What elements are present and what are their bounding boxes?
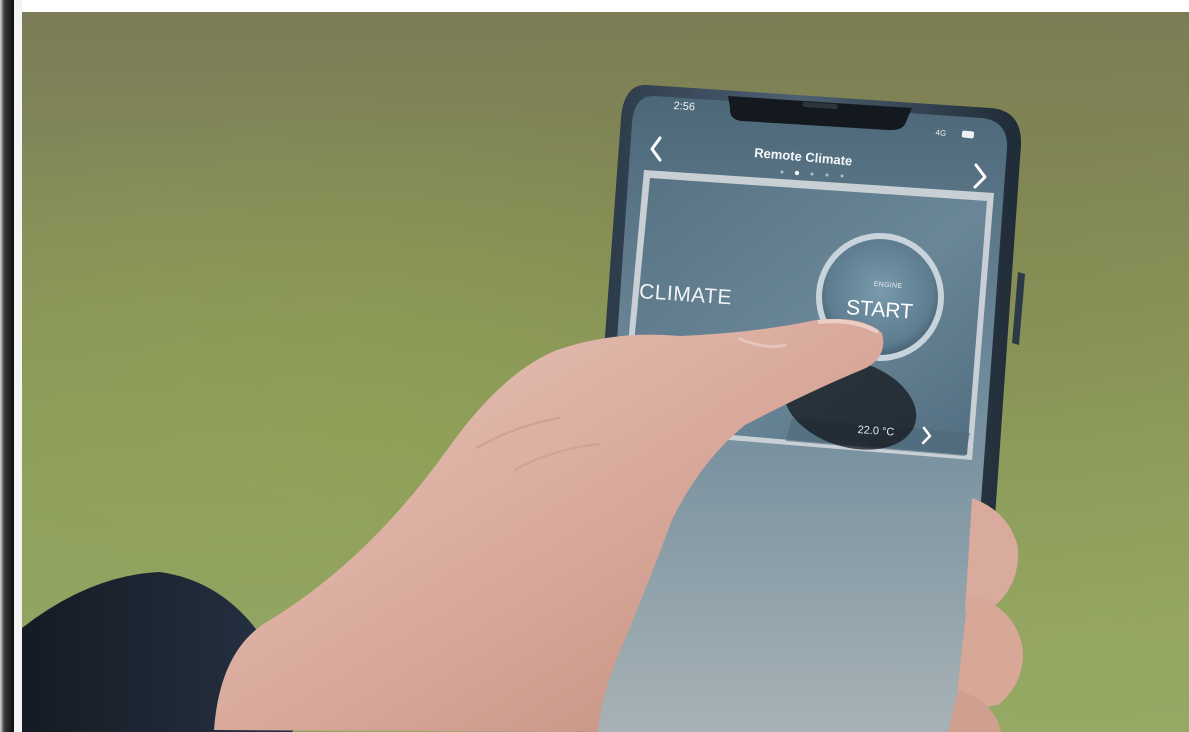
forward-button[interactable] [962, 160, 994, 194]
status-network: 4G [935, 128, 947, 139]
status-time: 2:56 [673, 100, 696, 114]
finger-right-top [965, 498, 1019, 612]
temperature-row-button[interactable] [786, 414, 970, 456]
phone-side-button [1012, 272, 1025, 345]
back-button[interactable] [642, 132, 670, 166]
phone-in-hand-illustration [22, 84, 1025, 732]
photo-scene: 2:56 4G Remote Climate CLIMATE ENGINE ST… [0, 0, 1189, 732]
engine-start-button[interactable] [816, 233, 944, 361]
